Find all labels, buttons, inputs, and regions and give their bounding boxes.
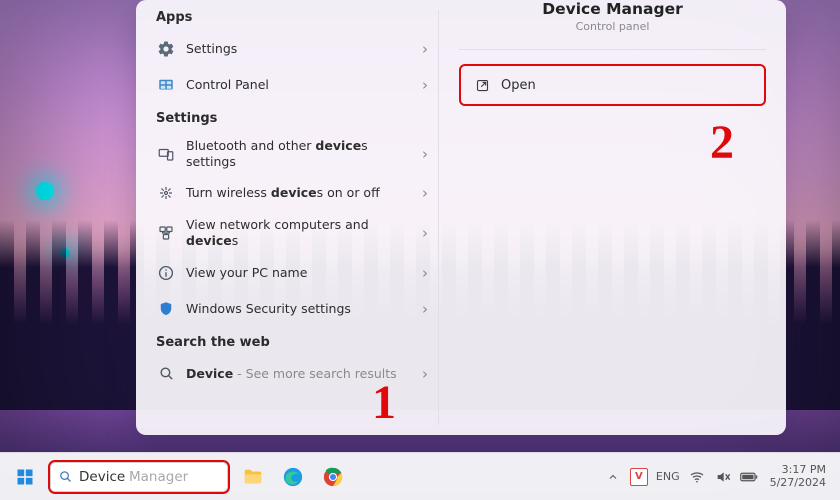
tray-language[interactable]: ENG	[656, 470, 680, 483]
preview-separator	[459, 49, 766, 50]
result-network-computers[interactable]: View network computers and devices ›	[150, 211, 438, 254]
tray-battery-icon[interactable]	[740, 468, 758, 486]
tray-time: 3:17 PM	[770, 464, 826, 477]
chevron-right-icon: ›	[422, 145, 430, 163]
tray-date: 5/27/2024	[770, 477, 826, 490]
devices-icon	[154, 142, 178, 166]
annotation-2: 2	[710, 115, 734, 170]
chevron-right-icon: ›	[422, 300, 430, 318]
preview-subtitle: Control panel	[439, 20, 786, 33]
taskbar-search-box[interactable]: Manager	[50, 462, 228, 492]
result-wireless-toggle[interactable]: Turn wireless devices on or off ›	[150, 175, 438, 211]
airplane-mode-icon	[154, 181, 178, 205]
tray-unikey-icon[interactable]: V	[630, 468, 648, 486]
taskbar-left-group: Manager	[10, 462, 348, 492]
system-tray: V ENG 3:17 PM 5/27/2024	[604, 464, 830, 489]
taskbar: Manager V ENG	[0, 452, 840, 500]
chevron-right-icon: ›	[422, 264, 430, 282]
open-external-icon	[473, 76, 491, 94]
network-icon	[154, 221, 178, 245]
taskbar-search-input[interactable]	[79, 469, 127, 485]
result-view-pc-name[interactable]: View your PC name ›	[150, 255, 438, 291]
info-icon	[154, 261, 178, 285]
annotation-1: 1	[372, 375, 396, 430]
chevron-right-icon: ›	[422, 224, 430, 242]
result-label: View your PC name	[186, 265, 414, 281]
start-search-panel: Apps Settings › Control Panel › Settings…	[136, 0, 786, 435]
search-icon	[58, 469, 73, 484]
tray-clock[interactable]: 3:17 PM 5/27/2024	[766, 464, 830, 489]
chrome-icon	[322, 466, 344, 488]
folder-icon	[242, 466, 264, 488]
tray-wifi-icon[interactable]	[688, 468, 706, 486]
wallpaper-light	[36, 182, 54, 200]
tray-volume-icon[interactable]	[714, 468, 732, 486]
result-label: View network computers and devices	[186, 217, 414, 248]
open-button[interactable]: Open	[459, 64, 766, 106]
pinned-chrome[interactable]	[318, 462, 348, 492]
result-label: Windows Security settings	[186, 301, 414, 317]
result-label: Bluetooth and other devices settings	[186, 138, 414, 169]
pinned-edge[interactable]	[278, 462, 308, 492]
edge-icon	[282, 466, 304, 488]
control-panel-icon	[154, 73, 178, 97]
chevron-right-icon: ›	[422, 76, 430, 94]
results-left-column: Apps Settings › Control Panel › Settings…	[136, 0, 438, 435]
gear-icon	[154, 37, 178, 61]
windows-logo-icon	[15, 467, 35, 487]
result-windows-security[interactable]: Windows Security settings ›	[150, 291, 438, 327]
search-ghost-suggestion: Manager	[129, 469, 188, 485]
chevron-right-icon: ›	[422, 365, 430, 383]
result-bluetooth-devices[interactable]: Bluetooth and other devices settings ›	[150, 132, 438, 175]
result-label: Settings	[186, 41, 414, 57]
section-title-web: Search the web	[150, 331, 438, 356]
chevron-right-icon: ›	[422, 184, 430, 202]
result-label: Turn wireless devices on or off	[186, 185, 414, 201]
results-right-column: Device Manager Control panel Open	[439, 0, 786, 435]
result-control-panel-app[interactable]: Control Panel ›	[150, 67, 438, 103]
search-icon	[154, 362, 178, 386]
preview-header: Device Manager Control panel	[439, 0, 786, 43]
open-label: Open	[501, 78, 536, 93]
preview-title: Device Manager	[439, 0, 786, 18]
pinned-file-explorer[interactable]	[238, 462, 268, 492]
section-title-apps: Apps	[150, 6, 438, 31]
shield-icon	[154, 297, 178, 321]
chevron-right-icon: ›	[422, 40, 430, 58]
tray-chevron-icon[interactable]	[604, 468, 622, 486]
result-settings-app[interactable]: Settings ›	[150, 31, 438, 67]
start-button[interactable]	[10, 462, 40, 492]
section-title-settings: Settings	[150, 107, 438, 132]
result-label: Control Panel	[186, 77, 414, 93]
